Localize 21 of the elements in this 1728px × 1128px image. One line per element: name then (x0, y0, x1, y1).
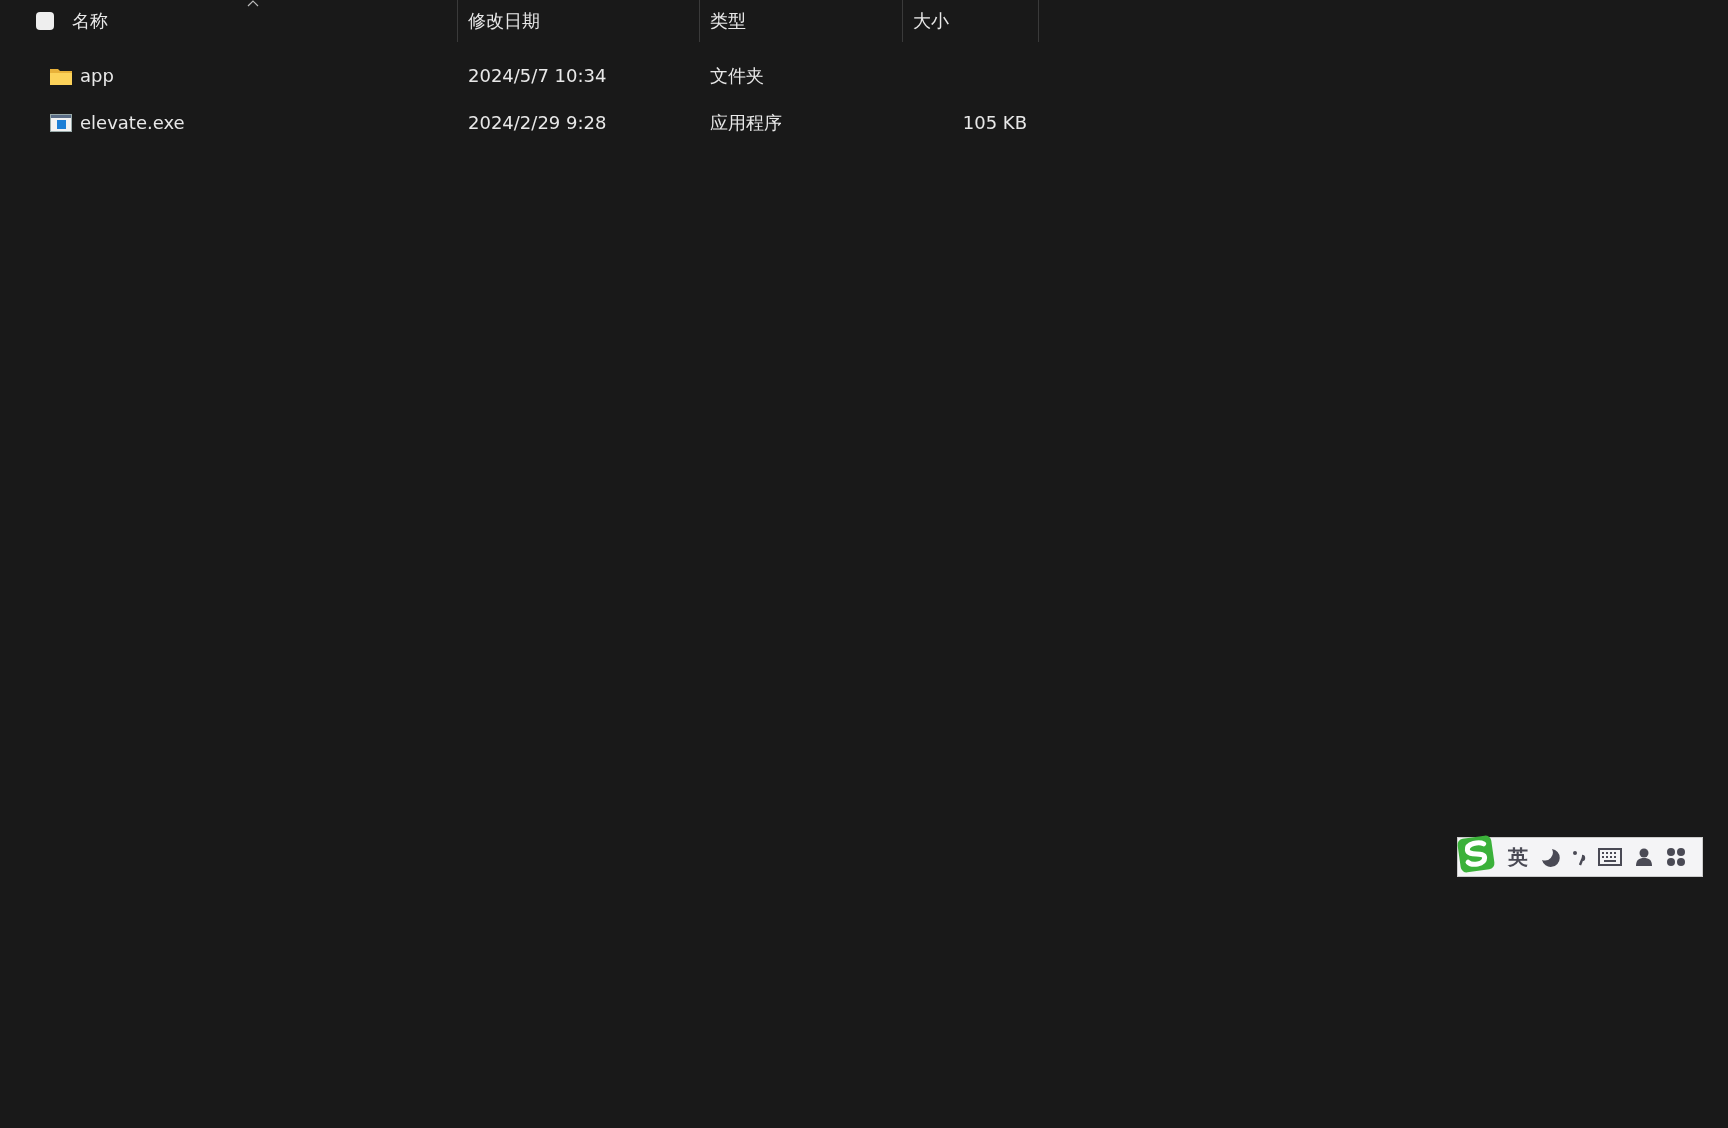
keyboard-icon[interactable] (1598, 848, 1622, 866)
application-icon (50, 113, 72, 132)
column-header[interactable]: 名称 (72, 9, 108, 33)
sort-caret-icon (246, 0, 259, 7)
column-header[interactable]: 修改日期 (468, 9, 540, 33)
select-all-checkbox[interactable] (36, 12, 54, 30)
moon-icon[interactable] (1540, 847, 1560, 867)
folder-icon (50, 66, 72, 85)
ime-logo-icon[interactable] (1456, 834, 1496, 874)
modified-date: 2024/2/29 9:28 (468, 112, 607, 133)
column-header[interactable]: 类型 (710, 9, 746, 33)
file-size: 105 KB (962, 112, 1027, 133)
file-type: 应用程序 (710, 110, 782, 135)
apps-icon[interactable] (1666, 847, 1686, 867)
input-mode-toggle[interactable]: 英 (1508, 843, 1528, 871)
column-header[interactable]: 大小 (913, 9, 949, 33)
person-icon[interactable] (1634, 847, 1654, 867)
file-name[interactable]: app (80, 65, 114, 86)
file-name[interactable]: elevate.exe (80, 112, 185, 133)
file-type: 文件夹 (710, 63, 764, 88)
modified-date: 2024/5/7 10:34 (468, 65, 607, 86)
